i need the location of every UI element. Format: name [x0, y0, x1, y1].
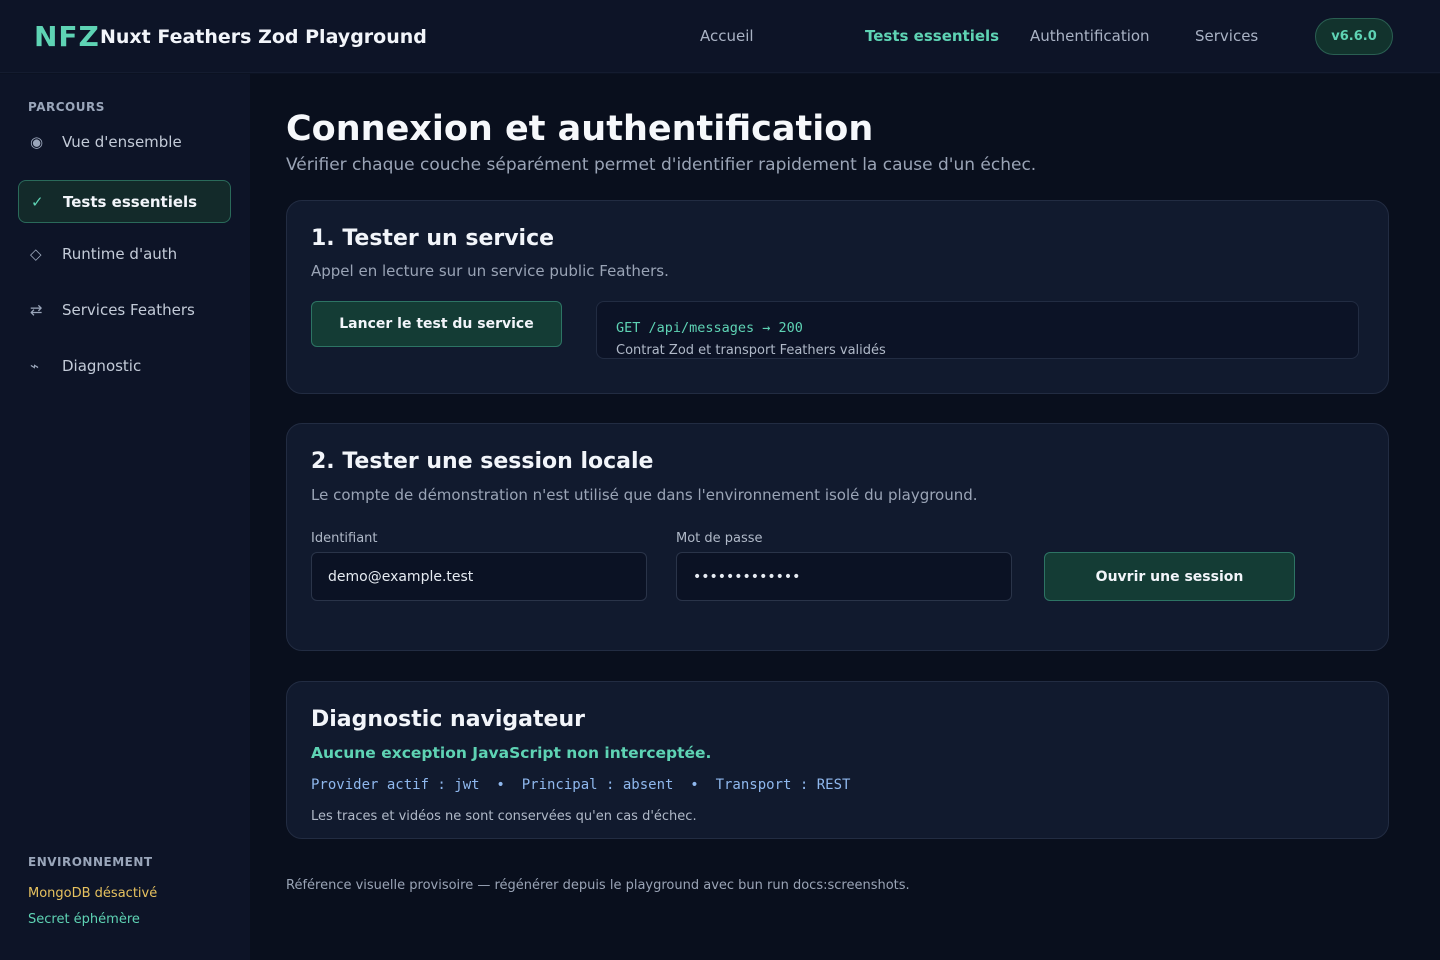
diagnostic-status: Aucune exception JavaScript non intercep… [311, 744, 712, 762]
swap-arrows-icon: ⇄ [30, 300, 43, 319]
session-test-card: 2. Tester une session locale Le compte d… [286, 423, 1389, 651]
password-input[interactable] [676, 552, 1012, 601]
page-title: Connexion et authentification [286, 109, 874, 149]
card-description: Le compte de démonstration n'est utilisé… [311, 486, 978, 504]
service-result-box: GET /api/messages → 200 Contrat Zod et t… [596, 301, 1359, 359]
result-code: GET /api/messages → 200 [616, 320, 803, 336]
sidebar-item-label: Services Feathers [62, 300, 195, 319]
identifier-input[interactable] [311, 552, 647, 601]
sidebar-item-label: Runtime d'auth [62, 244, 178, 263]
sidebar-item-vue-ensemble[interactable]: ◉ Vue d'ensemble [18, 120, 231, 163]
card-title: Diagnostic navigateur [311, 707, 585, 732]
sidebar-item-label: Diagnostic [62, 356, 142, 375]
password-label: Mot de passe [676, 531, 763, 546]
identifier-label: Identifiant [311, 531, 378, 546]
sidebar-item-diagnostic[interactable]: ⌁ Diagnostic [18, 344, 231, 387]
app-logo[interactable]: NFZ [34, 20, 100, 54]
env-secret-status: Secret éphémère [28, 912, 140, 927]
service-test-card: 1. Tester un service Appel en lecture su… [286, 200, 1389, 394]
run-service-test-button[interactable]: Lancer le test du service [311, 301, 562, 347]
sidebar-section-label: PARCOURS [28, 100, 105, 114]
card-title: 1. Tester un service [311, 226, 555, 251]
app-title: Nuxt Feathers Zod Playground [100, 26, 427, 48]
top-header: NFZ Nuxt Feathers Zod Playground Accueil… [0, 0, 1440, 73]
diagnostic-note: Les traces et vidéos ne sont conservées … [311, 809, 697, 824]
sidebar-item-label: Vue d'ensemble [62, 132, 182, 151]
browser-diagnostic-card: Diagnostic navigateur Aucune exception J… [286, 681, 1389, 839]
diagnostic-meta: Provider actif : jwt • Principal : absen… [311, 777, 851, 793]
page-subtitle: Vérifier chaque couche séparément permet… [286, 155, 1037, 175]
nav-accueil[interactable]: Accueil [700, 26, 754, 46]
environment-section-label: ENVIRONNEMENT [28, 855, 153, 869]
nav-services[interactable]: Services [1195, 26, 1258, 46]
footer-note: Référence visuelle provisoire — régénére… [286, 878, 910, 893]
version-badge: v6.6.0 [1315, 18, 1393, 55]
card-description: Appel en lecture sur un service public F… [311, 262, 669, 280]
sidebar-item-services-feathers[interactable]: ⇄ Services Feathers [18, 288, 231, 331]
sidebar-item-label: Tests essentiels [63, 192, 198, 211]
env-mongodb-status: MongoDB désactivé [28, 886, 158, 901]
pulse-icon: ⌁ [30, 356, 40, 375]
diamond-icon: ◇ [30, 244, 42, 263]
result-note: Contrat Zod et transport Feathers validé… [616, 343, 886, 358]
check-icon: ✓ [31, 192, 44, 211]
target-icon: ◉ [30, 132, 44, 151]
nav-authentification[interactable]: Authentification [1030, 26, 1150, 46]
nav-tests-essentiels[interactable]: Tests essentiels [865, 26, 999, 46]
sidebar-item-tests-essentiels[interactable]: ✓ Tests essentiels [18, 180, 231, 223]
open-session-button[interactable]: Ouvrir une session [1044, 552, 1295, 601]
sidebar-item-runtime-auth[interactable]: ◇ Runtime d'auth [18, 232, 231, 275]
card-title: 2. Tester une session locale [311, 449, 654, 474]
